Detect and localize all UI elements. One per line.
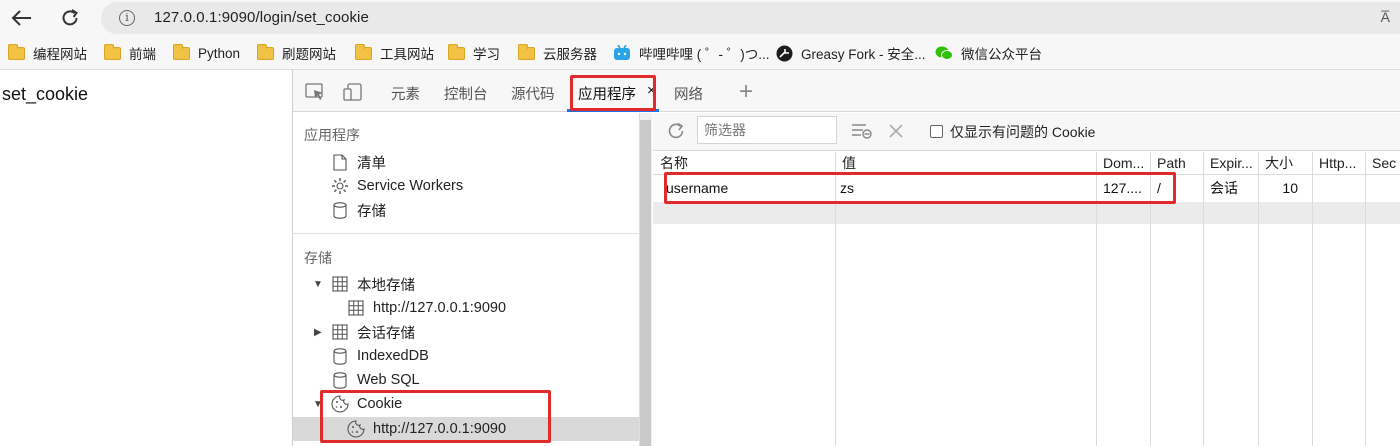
devtools-panel: 元素 控制台 源代码 应用程序 × 网络 + 应用程序 清单 Service W…	[292, 70, 1400, 446]
cookie-expires-cell[interactable]: 会话	[1203, 177, 1258, 199]
table-row-empty	[653, 202, 1400, 224]
section-title-storage: 存储	[304, 250, 332, 266]
bookmarks-bar: 编程网站 前端 Python 刷题网站 工具网站 学习 云服务器 哔哩哔哩 ( …	[0, 36, 1400, 70]
folder-icon	[448, 43, 465, 60]
tab-sources[interactable]: 源代码	[511, 83, 555, 104]
collapsed-triangle-icon[interactable]: ▶	[314, 327, 322, 338]
bookmark-item[interactable]: 云服务器	[518, 43, 597, 62]
column-header-httponly[interactable]: Http...	[1312, 152, 1365, 174]
table-grid-icon	[347, 299, 365, 317]
bookmark-item[interactable]: 哔哩哔哩 ( ゜- ゜)つ...	[613, 44, 770, 62]
gear-icon	[331, 177, 349, 195]
cookie-icon	[347, 420, 365, 438]
folder-icon	[355, 43, 372, 60]
devtools-tab-bar: 元素 控制台 源代码 应用程序 × 网络 +	[293, 70, 1400, 112]
bookmark-item[interactable]: Greasy Fork - 安全...	[776, 44, 926, 62]
folder-icon	[104, 43, 121, 60]
cookie-size-cell[interactable]: 10	[1258, 177, 1312, 199]
column-header-expires[interactable]: Expir...	[1203, 152, 1258, 174]
database-icon	[331, 201, 349, 219]
clear-all-icon[interactable]	[851, 123, 873, 139]
table-grid-icon	[331, 275, 349, 293]
column-header-size[interactable]: 大小	[1258, 152, 1312, 174]
device-emulation-icon[interactable]	[343, 83, 363, 101]
only-issues-checkbox[interactable]	[930, 125, 943, 138]
greasyfork-icon	[776, 45, 793, 61]
sidebar-item-manifest[interactable]: 清单	[331, 151, 386, 173]
tab-close-icon[interactable]: ×	[647, 82, 656, 99]
reload-icon	[62, 9, 78, 26]
sidebar-item-storage-overview[interactable]: 存储	[331, 199, 386, 221]
read-aloud-icon[interactable]: A̅	[1381, 9, 1390, 25]
bookmark-item[interactable]: 前端	[104, 43, 156, 62]
cookie-secure-cell[interactable]	[1365, 177, 1400, 199]
cookie-icon	[331, 395, 349, 413]
table-grid-icon	[331, 323, 349, 341]
column-header-secure[interactable]: Sec	[1365, 152, 1400, 174]
tab-application[interactable]: 应用程序	[578, 83, 636, 104]
address-bar-row: i 127.0.0.1:9090/login/set_cookie A̅	[0, 0, 1400, 36]
page-body-text: set_cookie	[2, 84, 89, 104]
expanded-triangle-icon[interactable]: ▼	[313, 279, 323, 290]
sidebar-item-indexeddb[interactable]: IndexedDB	[331, 345, 429, 367]
folder-icon	[8, 43, 25, 60]
refresh-icon[interactable]	[666, 121, 686, 141]
column-header-domain[interactable]: Dom...	[1096, 152, 1150, 174]
bookmark-item[interactable]: 编程网站	[8, 43, 87, 62]
wechat-icon	[935, 46, 953, 60]
add-tab-icon[interactable]: +	[739, 78, 753, 106]
bilibili-icon	[614, 45, 630, 60]
bookmark-item[interactable]: Python	[173, 43, 240, 62]
file-icon	[331, 153, 349, 171]
expanded-triangle-icon[interactable]: ▼	[313, 399, 323, 410]
tab-network[interactable]: 网络	[674, 83, 703, 104]
site-info-icon[interactable]: i	[119, 10, 135, 26]
url-field[interactable]: i 127.0.0.1:9090/login/set_cookie A̅	[101, 2, 1400, 34]
column-header-value[interactable]: 值	[835, 152, 1096, 174]
tab-elements[interactable]: 元素	[391, 83, 420, 104]
back-button[interactable]	[8, 5, 36, 31]
cookie-value-cell[interactable]: zs	[835, 177, 1096, 199]
application-sidebar: 应用程序 清单 Service Workers 存储 存储 ▼ 本地存储 htt…	[293, 113, 639, 446]
folder-icon	[173, 43, 190, 60]
cookie-domain-cell[interactable]: 127....	[1096, 177, 1150, 199]
cookie-name-cell[interactable]: username	[653, 177, 835, 199]
sidebar-scrollbar-thumb[interactable]	[640, 120, 651, 446]
tab-console[interactable]: 控制台	[444, 83, 488, 104]
bookmark-item[interactable]: 微信公众平台	[935, 44, 1042, 62]
header-divider	[653, 174, 1400, 175]
folder-icon	[257, 43, 274, 60]
section-divider	[293, 233, 639, 234]
column-header-path[interactable]: Path	[1150, 152, 1203, 174]
section-title-application: 应用程序	[304, 127, 360, 143]
column-header-name[interactable]: 名称	[653, 152, 835, 174]
bookmark-item[interactable]: 学习	[448, 43, 500, 62]
bookmark-item[interactable]: 刷题网站	[257, 43, 336, 62]
database-icon	[331, 371, 349, 389]
cookie-table: 名称 值 Dom... Path Expir... 大小 Http... Sec…	[653, 152, 1400, 446]
bookmark-item[interactable]: 工具网站	[355, 43, 434, 62]
sidebar-item-cookie[interactable]: Cookie	[331, 393, 402, 415]
cookie-toolbar: 仅显示有问题的 Cookie	[653, 113, 1400, 151]
sidebar-item-cookie-origin[interactable]: http://127.0.0.1:9090	[347, 418, 506, 440]
cookie-path-cell[interactable]: /	[1150, 177, 1203, 199]
delete-selected-icon[interactable]	[889, 124, 903, 138]
cookie-httponly-cell[interactable]	[1312, 177, 1365, 199]
only-issues-label: 仅显示有问题的 Cookie	[950, 124, 1096, 140]
inspect-element-icon[interactable]	[305, 83, 325, 101]
sidebar-item-local-storage-origin[interactable]: http://127.0.0.1:9090	[347, 297, 506, 319]
sidebar-item-service-workers[interactable]: Service Workers	[331, 175, 463, 197]
sidebar-item-local-storage[interactable]: 本地存储	[331, 273, 415, 295]
url-text[interactable]: 127.0.0.1:9090/login/set_cookie	[154, 9, 369, 26]
active-tab-indicator	[567, 109, 659, 112]
reload-button[interactable]	[56, 5, 84, 31]
folder-icon	[518, 43, 535, 60]
database-icon	[331, 347, 349, 365]
sidebar-item-web-sql[interactable]: Web SQL	[331, 369, 420, 391]
sidebar-item-session-storage[interactable]: 会话存储	[331, 321, 415, 343]
filter-input[interactable]	[697, 116, 837, 144]
back-arrow-icon	[11, 10, 31, 26]
